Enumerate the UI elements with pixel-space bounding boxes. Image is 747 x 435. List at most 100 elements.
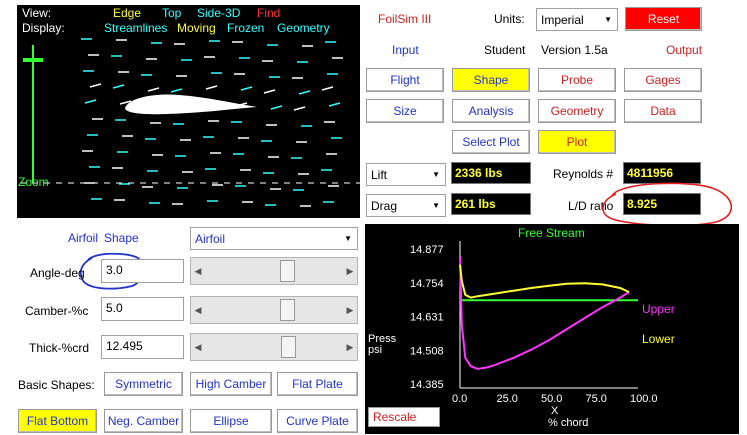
neg-camber-button[interactable]: Neg. Camber xyxy=(104,409,183,433)
drag-select[interactable]: Drag ▼ xyxy=(366,194,446,217)
slider-left-arrow-icon[interactable]: ◀ xyxy=(191,297,205,323)
slider-right-arrow-icon[interactable]: ▶ xyxy=(343,258,357,284)
flow-field-canvas[interactable] xyxy=(17,5,360,218)
flow-streak xyxy=(293,106,306,111)
display-geometry-button[interactable]: Geometry xyxy=(277,21,330,35)
view-find-button[interactable]: Find xyxy=(257,6,280,20)
data-button[interactable]: Data xyxy=(624,99,702,123)
gages-button[interactable]: Gages xyxy=(624,68,702,92)
high-camber-button[interactable]: High Camber xyxy=(190,372,272,396)
shape-type-select[interactable]: Airfoil ▼ xyxy=(190,227,358,250)
display-label: Display: xyxy=(22,21,65,35)
units-label: Units: xyxy=(494,12,525,26)
x-tick-label: 25.0 xyxy=(497,393,518,405)
symmetric-button[interactable]: Symmetric xyxy=(104,372,183,396)
thickness-label: Thick-%crd xyxy=(29,341,90,355)
units-value: Imperial xyxy=(541,13,584,27)
flow-streak xyxy=(263,89,276,94)
pressure-plot-canvas: 14.877 14.754 14.631 14.508 14.385 0.0 25.0 50.… xyxy=(368,241,658,429)
flow-view-panel: View: Edge Top Side-3D Find Display: Str… xyxy=(17,5,360,218)
thickness-slider[interactable]: ◀ ▶ xyxy=(190,333,358,361)
view-edge-button[interactable]: Edge xyxy=(113,6,141,20)
flow-streak xyxy=(89,83,102,88)
angle-slider[interactable]: ◀ ▶ xyxy=(190,257,358,285)
series-line-upper xyxy=(459,256,630,370)
flow-streak xyxy=(170,88,183,93)
y-tick-label: 14.385 xyxy=(410,379,444,391)
y-tick-label: 14.508 xyxy=(410,345,444,357)
flow-streak xyxy=(205,85,218,90)
series-line-lower xyxy=(459,264,630,299)
chevron-down-icon: ▼ xyxy=(604,15,612,24)
chevron-down-icon: ▼ xyxy=(344,234,352,243)
camber-label: Camber-%c xyxy=(25,304,89,318)
size-button[interactable]: Size xyxy=(366,99,444,123)
flow-streak xyxy=(240,86,253,91)
x-axis-unit: % chord xyxy=(548,417,588,429)
lower-legend-label: Lower xyxy=(642,332,675,346)
select-plot-button[interactable]: Select Plot xyxy=(452,130,530,154)
app-title: FoilSim III xyxy=(378,12,432,26)
airfoil-shape xyxy=(125,94,257,115)
flat-plate-button[interactable]: Flat Plate xyxy=(277,372,358,396)
thickness-slider-thumb[interactable] xyxy=(281,336,296,358)
flow-streak xyxy=(84,99,97,104)
chevron-down-icon: ▼ xyxy=(432,170,440,179)
reynolds-value: 4811956 xyxy=(623,162,701,184)
view-top-button[interactable]: Top xyxy=(162,6,181,20)
slider-left-arrow-icon[interactable]: ◀ xyxy=(191,258,205,284)
plot-button[interactable]: Plot xyxy=(538,130,616,154)
output-label: Output xyxy=(666,43,703,57)
rescale-button[interactable]: Rescale xyxy=(368,407,440,427)
camber-input[interactable]: 5.0 xyxy=(101,297,184,321)
version-label: Version 1.5a xyxy=(541,43,608,57)
y-tick-label: 14.754 xyxy=(410,278,444,290)
flight-button[interactable]: Flight xyxy=(366,68,444,92)
shape-button[interactable]: Shape xyxy=(452,68,530,92)
lift-select[interactable]: Lift ▼ xyxy=(366,163,446,186)
probe-button[interactable]: Probe xyxy=(538,68,616,92)
student-label: Student xyxy=(484,43,526,57)
ld-ratio-value: 8.925 xyxy=(623,193,701,215)
units-select[interactable]: Imperial ▼ xyxy=(536,8,618,31)
pressure-plot-panel: 14.877 14.754 14.631 14.508 14.385 0.0 25.0 50.… xyxy=(365,224,739,434)
reynolds-label: Reynolds # xyxy=(553,167,614,181)
flow-streak xyxy=(321,86,334,91)
drag-select-value: Drag xyxy=(371,199,398,213)
y-tick-label: 14.877 xyxy=(410,244,444,256)
lift-select-value: Lift xyxy=(371,168,388,182)
x-tick-label: 100.0 xyxy=(630,393,658,405)
display-streamlines-button[interactable]: Streamlines xyxy=(104,21,167,35)
slider-left-arrow-icon[interactable]: ◀ xyxy=(191,334,205,360)
slider-right-arrow-icon[interactable]: ▶ xyxy=(343,297,357,323)
ld-ratio-label: L/D ratio xyxy=(568,199,614,213)
display-moving-button[interactable]: Moving xyxy=(177,21,216,35)
flow-streak xyxy=(147,87,160,92)
drag-value: 261 lbs xyxy=(451,193,531,215)
upper-legend-label: Upper xyxy=(642,302,675,316)
flow-streak xyxy=(298,90,311,95)
flow-streak xyxy=(328,102,341,107)
x-axis-label: X xyxy=(551,405,559,417)
y-tick-label: 14.631 xyxy=(410,312,444,324)
y-axis-unit: psi xyxy=(368,344,382,356)
slider-right-arrow-icon[interactable]: ▶ xyxy=(343,334,357,360)
chevron-down-icon: ▼ xyxy=(432,201,440,210)
input-label: Input xyxy=(392,43,419,57)
angle-slider-thumb[interactable] xyxy=(280,260,295,282)
angle-label: Angle-deg xyxy=(30,266,85,280)
analysis-button[interactable]: Analysis xyxy=(452,99,530,123)
zoom-label: Zoom xyxy=(18,175,49,189)
reset-button[interactable]: Reset xyxy=(625,7,702,31)
flat-bottom-button[interactable]: Flat Bottom xyxy=(18,409,97,433)
angle-input[interactable]: 3.0 xyxy=(101,259,184,283)
camber-slider-thumb[interactable] xyxy=(280,299,295,321)
view-side3d-button[interactable]: Side-3D xyxy=(197,6,240,20)
camber-slider[interactable]: ◀ ▶ xyxy=(190,296,358,324)
display-frozen-button[interactable]: Frozen xyxy=(227,21,264,35)
thickness-input[interactable]: 12.495 xyxy=(101,335,184,359)
flow-streak xyxy=(112,84,125,89)
geometry-button[interactable]: Geometry xyxy=(538,99,616,123)
curve-plate-button[interactable]: Curve Plate xyxy=(277,409,358,433)
ellipse-button[interactable]: Ellipse xyxy=(190,409,272,433)
